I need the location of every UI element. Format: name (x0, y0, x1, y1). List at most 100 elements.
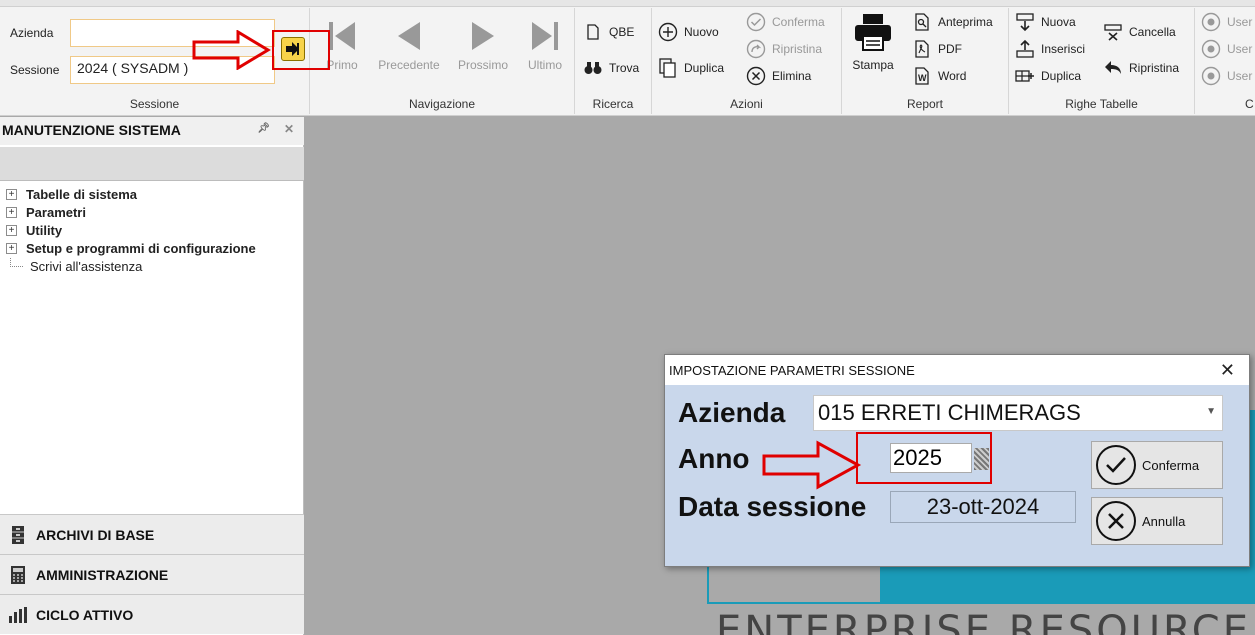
user-circle-icon (1201, 66, 1221, 86)
delete-row-icon (1103, 22, 1123, 42)
ultimo-button[interactable]: Ultimo (508, 14, 582, 72)
annotation-box-anno (856, 432, 992, 484)
ribbon-top-strip (0, 0, 1255, 7)
annulla-dialog-button[interactable]: Annulla (1091, 497, 1223, 545)
elimina-button[interactable]: Elimina (746, 66, 811, 86)
group-label-navigazione: Navigazione (408, 97, 476, 111)
cancella-label: Cancella (1129, 25, 1176, 39)
dropdown-arrow-icon[interactable]: ▼ (1206, 406, 1216, 417)
pdf-button[interactable]: PDF (912, 39, 962, 59)
conferma-dialog-button[interactable]: Conferma (1091, 441, 1223, 489)
word-label: Word (938, 69, 967, 83)
user-button-1[interactable]: User (1201, 12, 1252, 32)
ripristina-riga-button[interactable]: Ripristina (1103, 58, 1179, 78)
duplica-riga-label: Duplica (1041, 69, 1082, 83)
section-amministrazione[interactable]: AMMINISTRAZIONE (0, 554, 304, 594)
tree-item-parametri[interactable]: + Parametri (6, 203, 256, 221)
anno-label: Anno (678, 443, 750, 474)
ribbon: Azienda Sessione 2024 ( SYSADM ) Session… (0, 0, 1255, 116)
section-label: ARCHIVI DI BASE (36, 526, 155, 543)
expand-icon[interactable]: + (6, 224, 17, 236)
user-button-2[interactable]: User (1201, 39, 1252, 59)
pin-icon[interactable]: 📌︎ (257, 123, 270, 134)
group-label-report: Report (906, 97, 944, 111)
qbe-icon (583, 22, 603, 42)
panel-toolbar (0, 147, 304, 181)
group-label-user: C (1245, 97, 1254, 111)
section-ciclo-attivo[interactable]: CICLO ATTIVO (0, 594, 304, 634)
azienda-select[interactable]: 015 ERRETI CHIMERAGS ▼ (813, 395, 1223, 431)
tree-item-setup[interactable]: + Setup e programmi di configurazione (6, 239, 256, 257)
azienda-select-value: 015 ERRETI CHIMERAGS (818, 400, 1081, 425)
inserisci-label: Inserisci (1041, 42, 1086, 56)
group-ricerca: QBE Trova Ricerca (575, 8, 652, 114)
expand-icon[interactable]: + (6, 206, 17, 218)
annulla-dialog-label: Annulla (1142, 513, 1186, 529)
user-label-3: User (1227, 69, 1253, 83)
nuovo-label: Nuovo (684, 25, 719, 39)
tree-label: Scrivi all'assistenza (30, 258, 143, 274)
qbe-label: QBE (609, 25, 635, 39)
nav-sections: ARCHIVI DI BASE AMMINISTRAZIONE CICLO AT… (0, 514, 304, 634)
tree-item-utility[interactable]: + Utility (6, 221, 256, 239)
previous-icon (398, 22, 420, 50)
expand-icon[interactable]: + (6, 242, 17, 254)
anteprima-label: Anteprima (938, 15, 993, 29)
conferma-label: Conferma (772, 15, 825, 29)
elimina-label: Elimina (772, 69, 812, 83)
duplicate-row-icon (1015, 66, 1035, 86)
dialog-title: IMPOSTAZIONE PARAMETRI SESSIONE (669, 363, 915, 378)
tree-label: Tabelle di sistema (26, 186, 138, 202)
cancella-riga-button[interactable]: Cancella (1103, 22, 1176, 42)
plus-circle-icon (658, 22, 678, 42)
section-label: CICLO ATTIVO (36, 606, 134, 623)
trova-button[interactable]: Trova (583, 58, 639, 78)
anteprima-button[interactable]: Anteprima (912, 12, 993, 32)
data-sessione-label: Data sessione (678, 491, 867, 522)
annotation-arrow-anno (762, 440, 862, 490)
tree-label: Setup e programmi di configurazione (26, 240, 256, 256)
close-icon[interactable]: ✕ (284, 122, 294, 136)
check-circle-icon (1096, 445, 1136, 485)
annotation-box-go (272, 30, 330, 70)
data-sessione-field[interactable]: 23-ott-2024 (890, 491, 1076, 523)
nuova-riga-button[interactable]: Nuova (1015, 12, 1076, 32)
sessione-label: Sessione (10, 63, 60, 77)
user-button-3[interactable]: User (1201, 66, 1252, 86)
dialog-titlebar: IMPOSTAZIONE PARAMETRI SESSIONE ✕ (665, 355, 1249, 385)
ripristina-button[interactable]: Ripristina (746, 39, 822, 59)
ultimo-label: Ultimo (527, 58, 562, 72)
expand-icon[interactable]: + (6, 188, 17, 200)
new-row-icon (1015, 12, 1035, 32)
primo-label: Primo (326, 58, 358, 72)
word-icon: W (912, 66, 932, 86)
precedente-button[interactable]: Precedente (372, 14, 446, 72)
close-icon[interactable]: ✕ (1220, 360, 1235, 381)
duplica-button[interactable]: Duplica (658, 58, 724, 78)
svg-text:W: W (918, 73, 927, 83)
preview-icon (912, 12, 932, 32)
background-heading: ENTERPRISE RESOURCE (716, 608, 1252, 635)
nuovo-button[interactable]: Nuovo (658, 22, 719, 42)
cabinet-icon (8, 525, 28, 545)
word-button[interactable]: W Word (912, 66, 966, 86)
group-label-sessione: Sessione (129, 97, 180, 111)
x-circle-icon (746, 66, 766, 86)
panel-title-text: MANUTENZIONE SISTEMA (2, 122, 181, 138)
bar-chart-icon (8, 605, 28, 625)
tree-item-assistenza[interactable]: Scrivi all'assistenza (6, 257, 256, 275)
x-circle-icon (1096, 501, 1136, 541)
tree-item-tabelle[interactable]: + Tabelle di sistema (6, 185, 256, 203)
user-label-2: User (1227, 42, 1253, 56)
left-panel: MANUTENZIONE SISTEMA 📌︎ ✕ + Tabelle di si… (0, 117, 304, 635)
inserisci-riga-button[interactable]: Inserisci (1015, 39, 1085, 59)
azienda-dialog-label: Azienda (678, 397, 786, 428)
azienda-label: Azienda (10, 26, 54, 40)
section-archivi-di-base[interactable]: ARCHIVI DI BASE (0, 514, 304, 554)
stampa-button[interactable]: Stampa (848, 12, 898, 72)
qbe-button[interactable]: QBE (583, 22, 634, 42)
precedente-label: Precedente (378, 58, 440, 72)
conferma-button[interactable]: Conferma (746, 12, 825, 32)
duplica-riga-button[interactable]: Duplica (1015, 66, 1081, 86)
panel-title: MANUTENZIONE SISTEMA 📌︎ ✕ (0, 117, 304, 145)
